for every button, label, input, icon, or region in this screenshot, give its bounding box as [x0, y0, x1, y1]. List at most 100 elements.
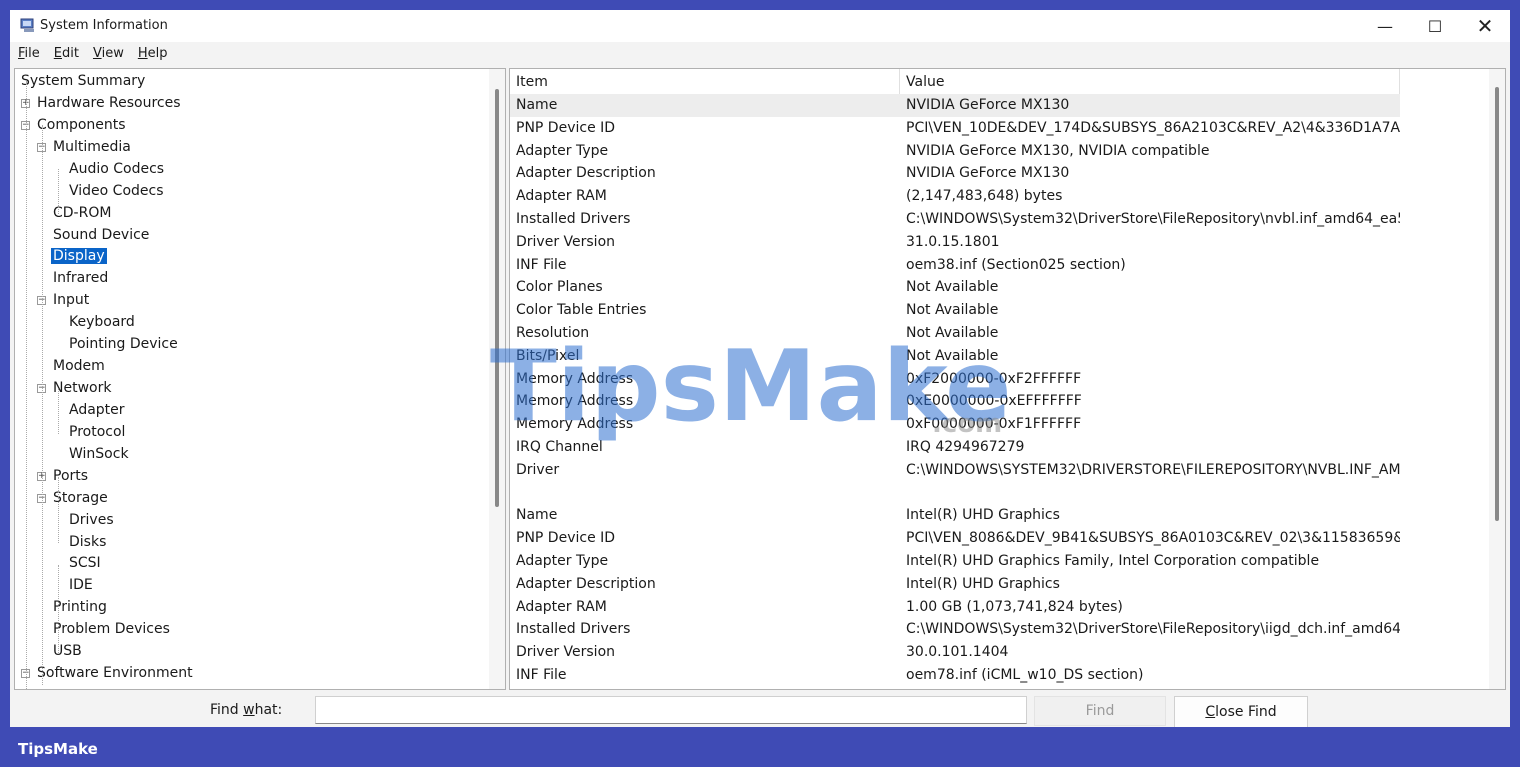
tree-item-pointing-device[interactable]: Pointing Device — [67, 334, 180, 354]
tree-item-ports[interactable]: Ports — [51, 466, 90, 486]
row-item: Name — [516, 507, 558, 524]
tree-item-audio-codecs[interactable]: Audio Codecs — [67, 159, 166, 179]
tree-item-problem-devices[interactable]: Problem Devices — [51, 619, 172, 639]
tree-connector-line — [58, 477, 59, 543]
table-row[interactable]: Color Planes Not Available — [510, 276, 1400, 299]
tree-item-video-codecs[interactable]: Video Codecs — [67, 181, 166, 201]
tree-item-display[interactable]: Display — [51, 246, 107, 266]
tree-connector-line — [58, 565, 59, 653]
minimize-button[interactable]: — — [1360, 10, 1410, 42]
tree-item-input[interactable]: Input — [51, 290, 91, 310]
table-row[interactable]: Bits/Pixel Not Available — [510, 345, 1400, 368]
menu-edit[interactable]: Edit — [54, 46, 79, 61]
list-scrollbar-thumb[interactable] — [1495, 87, 1499, 521]
table-row[interactable]: PNP Device ID PCI\VEN_10DE&DEV_174D&SUBSY… — [510, 117, 1400, 140]
menu-file[interactable]: File — [18, 46, 40, 61]
tree-item-label: WinSock — [69, 445, 129, 462]
tree-item-ide[interactable]: IDE — [67, 575, 95, 595]
tree-item-printing[interactable]: Printing — [51, 597, 109, 617]
row-item: Installed Drivers — [516, 621, 631, 638]
tree-item-system-summary[interactable]: System Summary — [19, 71, 147, 91]
tree-item-adapter[interactable]: Adapter — [67, 400, 127, 420]
table-row[interactable]: Adapter Description Intel(R) UHD Graphics — [510, 573, 1400, 596]
row-value: 0xF2000000-0xF2FFFFFF — [906, 370, 1082, 387]
details-list[interactable]: Item Value Name NVIDIA GeForce MX130 PNP D… — [509, 68, 1506, 690]
row-item: Driver Version — [516, 644, 616, 661]
table-row[interactable]: Memory Address 0xE0000000-0xEFFFFFFF — [510, 390, 1400, 413]
system-information-app-icon — [20, 18, 34, 32]
table-row[interactable]: Name Intel(R) UHD Graphics — [510, 504, 1400, 527]
row-item: INF File — [516, 256, 567, 273]
table-row[interactable]: Installed Drivers C:\WINDOWS\System32\Dri… — [510, 208, 1400, 231]
tree-item-cd-rom[interactable]: CD-ROM — [51, 203, 113, 223]
tree-item-label: System Summary — [21, 73, 146, 89]
table-row[interactable]: Driver C:\WINDOWS\SYSTEM32\DRIVERSTORE\FI… — [510, 459, 1400, 482]
tree-item-storage[interactable]: Storage — [51, 488, 110, 508]
tree-item-label: Input — [53, 292, 90, 309]
table-row[interactable]: Name NVIDIA GeForce MX130 — [510, 94, 1400, 117]
close-find-button[interactable]: Close Find — [1174, 696, 1308, 727]
column-header-item[interactable]: Item — [510, 69, 900, 95]
row-value: 1.00 GB (1,073,741,824 bytes) — [906, 598, 1123, 615]
table-row[interactable]: INF File oem38.inf (Section025 section) — [510, 254, 1400, 277]
tree-item-label: Infrared — [53, 270, 109, 287]
row-item: Adapter Description — [516, 165, 656, 182]
table-row[interactable]: IRQ Channel IRQ 4294967279 — [510, 436, 1400, 459]
table-row[interactable]: Driver Version 30.0.101.1404 — [510, 641, 1400, 664]
tree-item-usb[interactable]: USB — [51, 641, 84, 661]
tree-item-modem[interactable]: Modem — [51, 356, 107, 376]
tree-item-protocol[interactable]: Protocol — [67, 422, 127, 442]
category-tree[interactable]: System Summary Hardware Resources + Compone… — [14, 68, 506, 690]
tree-item-multimedia[interactable]: Multimedia — [51, 137, 133, 157]
tree-scrollbar-thumb[interactable] — [495, 89, 499, 507]
row-value: PCI\VEN_10DE&DEV_174D&SUBSYS_86A2103C&RE… — [906, 119, 1400, 136]
row-value: (2,147,483,648) bytes — [906, 188, 1063, 205]
tree-item-hardware-resources[interactable]: Hardware Resources — [35, 93, 183, 113]
tree-item-label: Keyboard — [69, 314, 135, 331]
tree-item-infrared[interactable]: Infrared — [51, 268, 110, 288]
list-scrollbar[interactable] — [1489, 69, 1505, 689]
column-header-value[interactable]: Value — [900, 69, 1400, 95]
tree-item-label: Ports — [53, 467, 89, 484]
tree-item-winsock[interactable]: WinSock — [67, 444, 131, 464]
close-button[interactable]: ✕ — [1460, 10, 1510, 42]
find-what-input[interactable] — [315, 696, 1027, 724]
table-row[interactable]: PNP Device ID PCI\VEN_8086&DEV_9B41&SUBSY… — [510, 527, 1400, 550]
row-value: PCI\VEN_8086&DEV_9B41&SUBSYS_86A0103C&RE… — [906, 530, 1400, 547]
menu-view[interactable]: View — [93, 46, 124, 61]
maximize-button[interactable]: ☐ — [1410, 10, 1460, 42]
table-row[interactable]: Installed Drivers C:\WINDOWS\System32\Dri… — [510, 618, 1400, 641]
table-row[interactable]: Driver Version 31.0.15.1801 — [510, 231, 1400, 254]
tree-item-label: Display — [51, 248, 107, 265]
row-item: Bits/Pixel — [516, 347, 580, 364]
table-row[interactable]: INF File oem78.inf (iCML_w10_DS section) — [510, 664, 1400, 687]
table-row[interactable]: Adapter Description NVIDIA GeForce MX130 — [510, 162, 1400, 185]
table-row[interactable]: Adapter Type NVIDIA GeForce MX130, NVIDIA… — [510, 140, 1400, 163]
tree-item-sound-device[interactable]: Sound Device — [51, 225, 151, 245]
row-value: C:\WINDOWS\System32\DriverStore\FileRepo… — [906, 211, 1400, 227]
tree-item-keyboard[interactable]: Keyboard — [67, 312, 137, 332]
tree-item-network[interactable]: Network — [51, 378, 113, 398]
table-row[interactable]: Memory Address 0xF0000000-0xF1FFFFFF — [510, 413, 1400, 436]
table-row[interactable] — [510, 482, 1400, 505]
table-row[interactable]: Adapter RAM (2,147,483,648) bytes — [510, 185, 1400, 208]
table-row[interactable]: Color Table Entries Not Available — [510, 299, 1400, 322]
tree-item-label: Printing — [53, 599, 107, 616]
tree-connector-line — [42, 125, 43, 685]
tree-item-label: Storage — [53, 489, 108, 506]
find-button[interactable]: Find — [1034, 696, 1166, 726]
tree-item-components[interactable]: Components — [35, 115, 128, 135]
tree-item-disks[interactable]: Disks — [67, 532, 108, 552]
table-row[interactable]: Adapter RAM 1.00 GB (1,073,741,824 bytes) — [510, 596, 1400, 619]
tree-item-label: Audio Codecs — [69, 160, 165, 177]
row-item: Adapter Type — [516, 142, 609, 159]
table-row[interactable]: Memory Address 0xF2000000-0xF2FFFFFF — [510, 368, 1400, 391]
tree-item-scsi[interactable]: SCSI — [67, 553, 103, 573]
tree-item-drives[interactable]: Drives — [67, 510, 116, 530]
menu-help[interactable]: Help — [138, 46, 168, 61]
row-value: NVIDIA GeForce MX130 — [906, 97, 1070, 113]
table-row[interactable]: Adapter Type Intel(R) UHD Graphics Family… — [510, 550, 1400, 573]
table-row[interactable]: Resolution Not Available — [510, 322, 1400, 345]
tree-scrollbar[interactable] — [489, 69, 505, 689]
tree-item-software-environment[interactable]: Software Environment — [35, 663, 195, 683]
